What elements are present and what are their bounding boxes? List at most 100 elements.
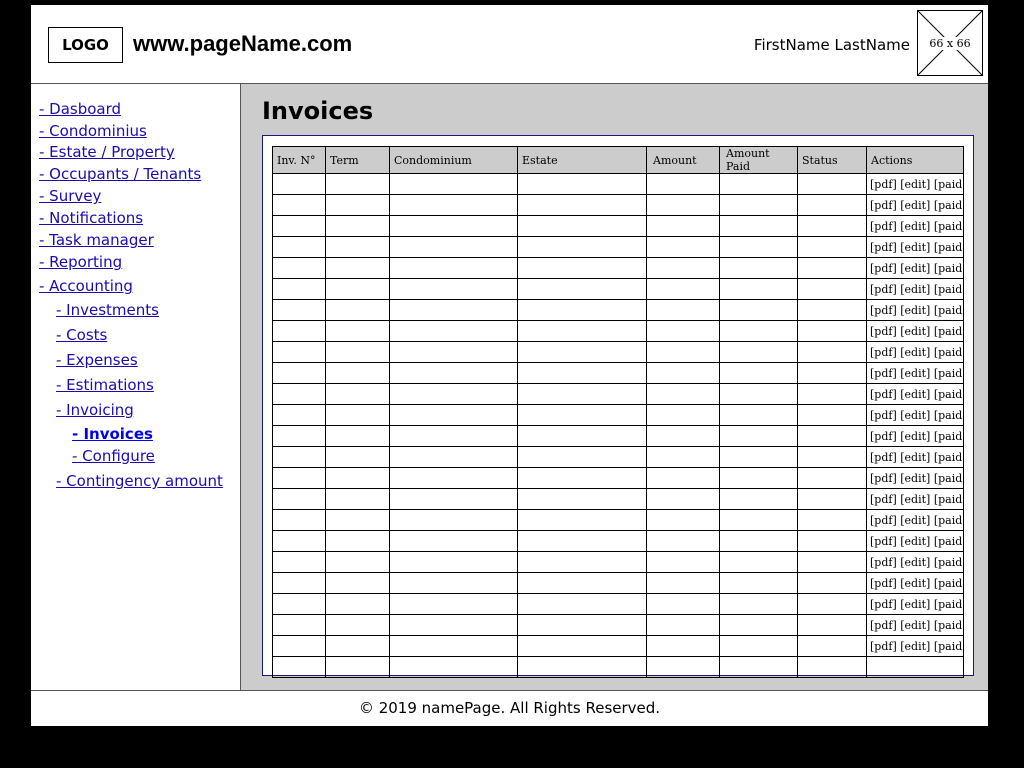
table-cell: [pdf] [edit] [paid] <box>866 215 964 237</box>
sidebar-item-invoices[interactable]: - Invoices <box>72 425 153 443</box>
paid-action-link[interactable]: [paid] <box>934 388 963 401</box>
paid-action-link[interactable]: [paid] <box>934 598 963 611</box>
edit-action-link[interactable]: [edit] <box>900 346 930 359</box>
paid-action-link[interactable]: [paid] <box>934 367 963 380</box>
edit-action-link[interactable]: [edit] <box>900 388 930 401</box>
column-header-actions[interactable]: Actions <box>866 146 964 174</box>
pdf-action-link[interactable]: [pdf] <box>870 619 897 632</box>
paid-action-link[interactable]: [paid] <box>934 619 963 632</box>
sidebar-item-accounting[interactable]: - Accounting <box>39 277 133 295</box>
column-header-amount[interactable]: Amount <box>646 146 720 174</box>
edit-action-link[interactable]: [edit] <box>900 367 930 380</box>
pdf-action-link[interactable]: [pdf] <box>870 262 897 275</box>
avatar[interactable]: 66 x 66 <box>917 10 983 76</box>
edit-action-link[interactable]: [edit] <box>900 556 930 569</box>
sidebar-item-task-manager[interactable]: - Task manager <box>39 231 154 249</box>
sidebar-item-investments[interactable]: - Investments <box>56 301 159 319</box>
edit-action-link[interactable]: [edit] <box>900 283 930 296</box>
column-header-estate[interactable]: Estate <box>517 146 647 174</box>
paid-action-link[interactable]: [paid] <box>934 472 963 485</box>
edit-action-link[interactable]: [edit] <box>900 598 930 611</box>
column-header-amount-paid[interactable]: Amount Paid <box>719 146 798 174</box>
paid-action-link[interactable]: [paid] <box>934 493 963 506</box>
edit-action-link[interactable]: [edit] <box>900 220 930 233</box>
pdf-action-link[interactable]: [pdf] <box>870 409 897 422</box>
pdf-action-link[interactable]: [pdf] <box>870 283 897 296</box>
paid-action-link[interactable]: [paid] <box>934 451 963 464</box>
paid-action-link[interactable]: [paid] <box>934 199 963 212</box>
site-name[interactable]: www.pageName.com <box>133 31 352 57</box>
pdf-action-link[interactable]: [pdf] <box>870 472 897 485</box>
pdf-action-link[interactable]: [pdf] <box>870 556 897 569</box>
paid-action-link[interactable]: [paid] <box>934 283 963 296</box>
pdf-action-link[interactable]: [pdf] <box>870 451 897 464</box>
edit-action-link[interactable]: [edit] <box>900 325 930 338</box>
edit-action-link[interactable]: [edit] <box>900 430 930 443</box>
edit-action-link[interactable]: [edit] <box>900 304 930 317</box>
paid-action-link[interactable]: [paid] <box>934 346 963 359</box>
sidebar-item-reporting[interactable]: - Reporting <box>39 253 122 271</box>
pdf-action-link[interactable]: [pdf] <box>870 514 897 527</box>
paid-action-link[interactable]: [paid] <box>934 556 963 569</box>
paid-action-link[interactable]: [paid] <box>934 241 963 254</box>
pdf-action-link[interactable]: [pdf] <box>870 367 897 380</box>
paid-action-link[interactable]: [paid] <box>934 325 963 338</box>
column-header-inv-n[interactable]: Inv. N° <box>272 146 326 174</box>
edit-action-link[interactable]: [edit] <box>900 472 930 485</box>
paid-action-link[interactable]: [paid] <box>934 262 963 275</box>
pdf-action-link[interactable]: [pdf] <box>870 220 897 233</box>
pdf-action-link[interactable]: [pdf] <box>870 199 897 212</box>
sidebar-item-costs[interactable]: - Costs <box>56 326 107 344</box>
edit-action-link[interactable]: [edit] <box>900 451 930 464</box>
paid-action-link[interactable]: [paid] <box>934 220 963 233</box>
pdf-action-link[interactable]: [pdf] <box>870 493 897 506</box>
paid-action-link[interactable]: [paid] <box>934 178 963 191</box>
edit-action-link[interactable]: [edit] <box>900 577 930 590</box>
paid-action-link[interactable]: [paid] <box>934 640 963 653</box>
pdf-action-link[interactable]: [pdf] <box>870 430 897 443</box>
pdf-action-link[interactable]: [pdf] <box>870 388 897 401</box>
pdf-action-link[interactable]: [pdf] <box>870 535 897 548</box>
pdf-action-link[interactable]: [pdf] <box>870 346 897 359</box>
pdf-action-link[interactable]: [pdf] <box>870 325 897 338</box>
pdf-action-link[interactable]: [pdf] <box>870 577 897 590</box>
edit-action-link[interactable]: [edit] <box>900 199 930 212</box>
paid-action-link[interactable]: [paid] <box>934 430 963 443</box>
sidebar-item-invoicing[interactable]: - Invoicing <box>56 401 134 419</box>
edit-action-link[interactable]: [edit] <box>900 640 930 653</box>
edit-action-link[interactable]: [edit] <box>900 619 930 632</box>
user-name[interactable]: FirstName LastName <box>754 36 910 54</box>
sidebar-item-occupants-tenants[interactable]: - Occupants / Tenants <box>39 165 201 183</box>
logo[interactable]: LOGO <box>48 27 123 63</box>
sidebar-item-notifications[interactable]: - Notifications <box>39 209 143 227</box>
paid-action-link[interactable]: [paid] <box>934 577 963 590</box>
column-header-status[interactable]: Status <box>797 146 867 174</box>
sidebar-item-survey[interactable]: - Survey <box>39 187 101 205</box>
column-header-term[interactable]: Term <box>325 146 390 174</box>
paid-action-link[interactable]: [paid] <box>934 409 963 422</box>
edit-action-link[interactable]: [edit] <box>900 241 930 254</box>
edit-action-link[interactable]: [edit] <box>900 409 930 422</box>
sidebar-item-expenses[interactable]: - Expenses <box>56 351 138 369</box>
column-header-condominium[interactable]: Condominium <box>389 146 518 174</box>
sidebar-item-dasboard[interactable]: - Dasboard <box>39 100 121 118</box>
paid-action-link[interactable]: [paid] <box>934 304 963 317</box>
edit-action-link[interactable]: [edit] <box>900 262 930 275</box>
sidebar-item-estate-property[interactable]: - Estate / Property <box>39 143 175 161</box>
pdf-action-link[interactable]: [pdf] <box>870 304 897 317</box>
edit-action-link[interactable]: [edit] <box>900 514 930 527</box>
pdf-action-link[interactable]: [pdf] <box>870 241 897 254</box>
sidebar-item-contingency-amount[interactable]: - Contingency amount <box>56 472 223 490</box>
pdf-action-link[interactable]: [pdf] <box>870 178 897 191</box>
paid-action-link[interactable]: [paid] <box>934 535 963 548</box>
sidebar-item-configure[interactable]: - Configure <box>72 447 155 465</box>
edit-action-link[interactable]: [edit] <box>900 535 930 548</box>
paid-action-link[interactable]: [paid] <box>934 514 963 527</box>
sidebar-item-condominius[interactable]: - Condominius <box>39 122 147 140</box>
edit-action-link[interactable]: [edit] <box>900 178 930 191</box>
table-row: [pdf] [edit] [paid] <box>272 530 964 552</box>
sidebar-item-estimations[interactable]: - Estimations <box>56 376 154 394</box>
pdf-action-link[interactable]: [pdf] <box>870 640 897 653</box>
pdf-action-link[interactable]: [pdf] <box>870 598 897 611</box>
edit-action-link[interactable]: [edit] <box>900 493 930 506</box>
